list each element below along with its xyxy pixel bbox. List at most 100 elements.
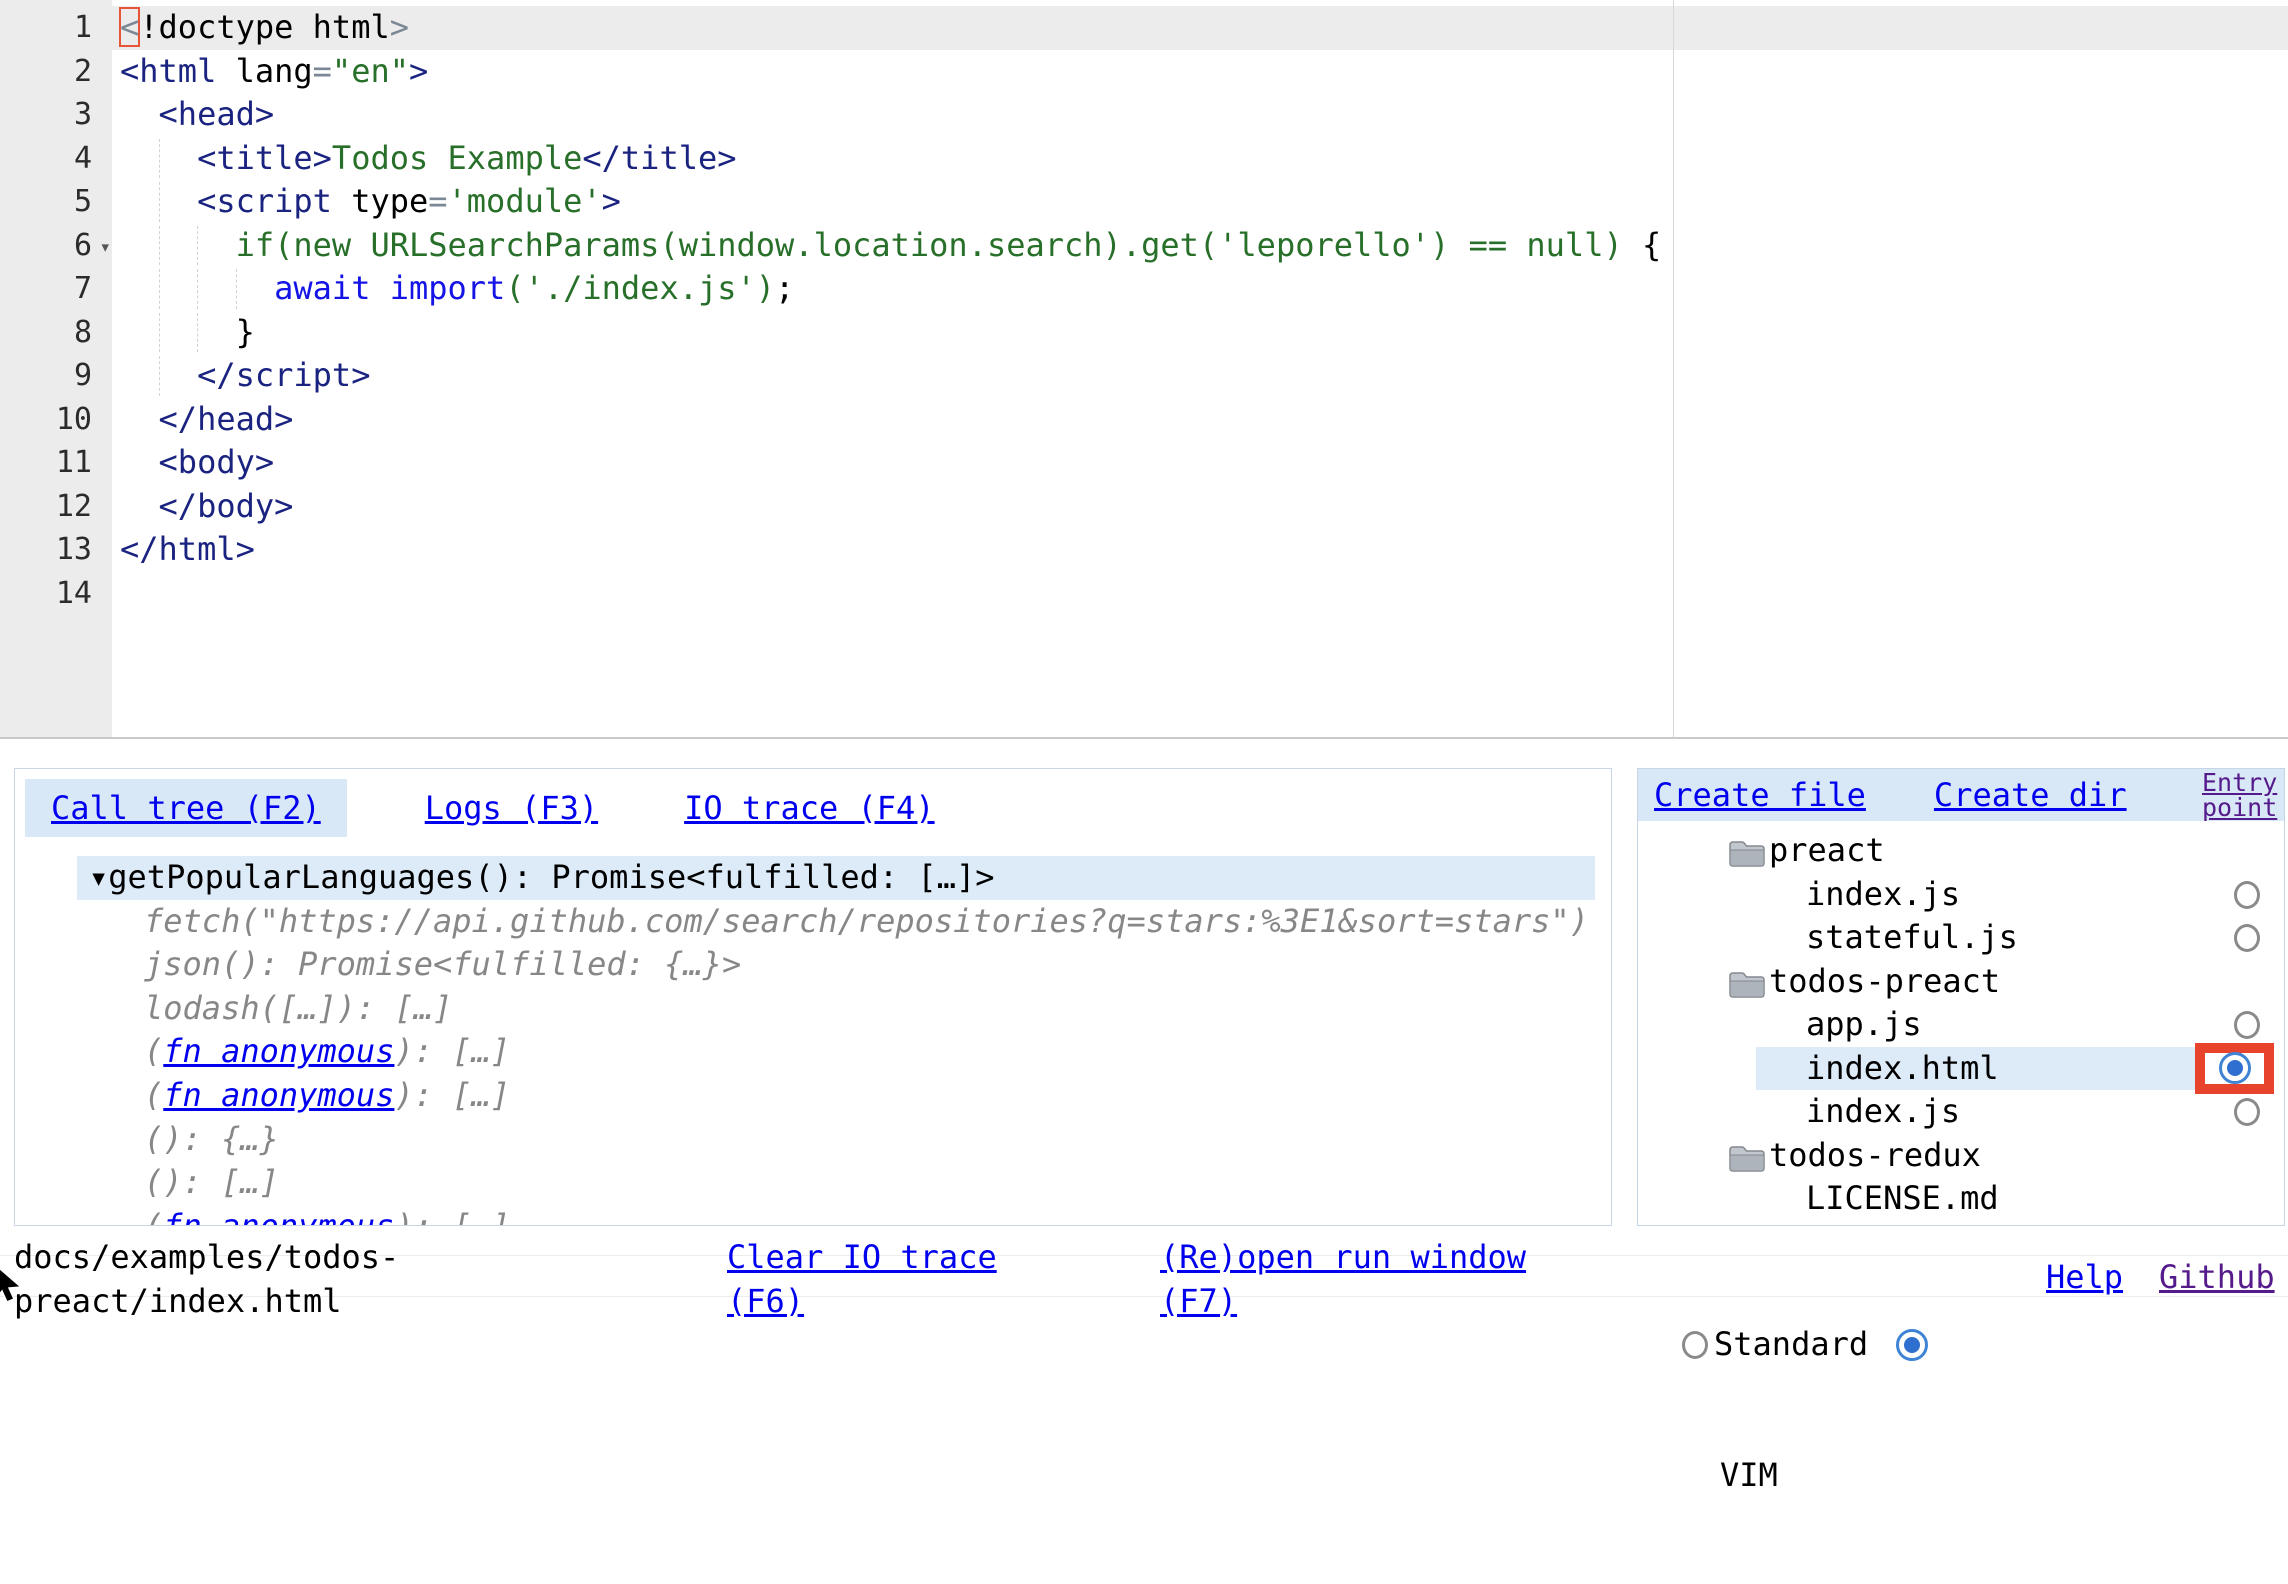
expand-arrow-icon[interactable]: ▾ <box>89 858 108 896</box>
code-line[interactable]: 14 <box>0 572 2288 616</box>
indent-guide <box>159 269 160 309</box>
code-line[interactable]: 13</html> <box>0 528 2288 572</box>
calltree-row[interactable]: lodash([…]): […] <box>77 987 1595 1031</box>
help-link[interactable]: Help <box>2046 1256 2123 1300</box>
code-line[interactable]: 3 <head> <box>0 93 2288 137</box>
code-token: 'module' <box>448 182 602 220</box>
calltree-row[interactable]: (fn anonymous): […] <box>77 1205 1595 1226</box>
code-text[interactable]: </body> <box>112 485 2288 529</box>
file-row[interactable]: stateful.js <box>1638 916 2284 960</box>
line-number: 4 <box>0 137 112 181</box>
file-row[interactable]: index.js <box>1638 1090 2284 1134</box>
create-dir-link[interactable]: Create dir <box>1934 776 2127 814</box>
leporello-ide: { "colors": { "link_blue": "#0000ee", "v… <box>0 0 2288 1302</box>
keybinding-row: Standard <box>1682 1323 1928 1367</box>
code-line[interactable]: 2<html lang="en"> <box>0 50 2288 94</box>
filetree-panel: Create file Create dir Entry point preac… <box>1637 768 2285 1226</box>
code-text[interactable]: <body> <box>112 441 2288 485</box>
code-text[interactable] <box>112 572 2288 616</box>
create-file-link[interactable]: Create file <box>1654 776 1866 814</box>
matching-bracket: < <box>120 8 139 46</box>
entry-point-radio[interactable] <box>2234 1011 2260 1039</box>
code-line[interactable]: 1<!doctype html> <box>0 6 2288 50</box>
calltree-row[interactable]: ▾getPopularLanguages(): Promise<fulfille… <box>77 856 1595 900</box>
entry-point-link[interactable]: Entry point <box>2202 770 2278 820</box>
calltree-tabbar: Call tree (F2) Logs (F3) IO trace (F4) <box>25 779 995 837</box>
file-row[interactable]: index.html <box>1638 1047 2284 1091</box>
tab-call-tree-f2[interactable]: Call tree (F2) <box>25 779 347 837</box>
code-token: > <box>602 182 621 220</box>
editor-ruler <box>1673 0 1674 737</box>
fold-arrow-icon[interactable]: ▾ <box>100 226 111 270</box>
entry-point-radio[interactable] <box>2234 924 2260 952</box>
entry-point-radio[interactable] <box>2234 1098 2260 1126</box>
calltree-row[interactable]: (fn anonymous): […] <box>77 1074 1595 1118</box>
filetree-rows: preactindex.jsstateful.jstodos-preactapp… <box>1638 829 2284 1221</box>
code-line[interactable]: 11 <body> <box>0 441 2288 485</box>
code-text[interactable]: await import('./index.js'); <box>112 267 2288 311</box>
line-number: 8 <box>0 311 112 355</box>
code-text[interactable]: </head> <box>112 398 2288 442</box>
code-token: ; <box>775 269 794 307</box>
tab-logs-f3[interactable]: Logs (F3) <box>399 779 624 837</box>
fn-anonymous-link[interactable]: fn anonymous <box>163 1076 394 1114</box>
code-text[interactable]: <!doctype html> <box>112 6 2288 50</box>
entry-point-radio[interactable] <box>2234 881 2260 909</box>
code-text[interactable]: <head> <box>112 93 2288 137</box>
dir-row[interactable]: todos-redux <box>1638 1134 2284 1178</box>
line-number: 11 <box>0 441 112 485</box>
code-text[interactable]: </script> <box>112 354 2288 398</box>
code-token: > <box>409 52 428 90</box>
code-line[interactable]: 4 <title>Todos Example</title> <box>0 137 2288 181</box>
calltree-row[interactable]: (fn anonymous): […] <box>77 1030 1595 1074</box>
clear-io-trace-link[interactable]: Clear IO trace (F6) <box>727 1236 997 1323</box>
code-line[interactable]: 6▾ if(new URLSearchParams(window.locatio… <box>0 224 2288 268</box>
code-text[interactable]: <script type='module'> <box>112 180 2288 224</box>
code-line[interactable]: 7 await import('./index.js'); <box>0 267 2288 311</box>
entry-point-radio-selected[interactable] <box>2219 1052 2251 1084</box>
code-line[interactable]: 8 } <box>0 311 2288 355</box>
dir-name: todos-preact <box>1769 960 2000 1004</box>
code-line[interactable]: 12 </body> <box>0 485 2288 529</box>
tab-io-trace-f4[interactable]: IO trace (F4) <box>658 779 960 837</box>
keybinding-radio-standard[interactable] <box>1682 1331 1708 1359</box>
fn-anonymous-link[interactable]: fn anonymous <box>163 1207 394 1226</box>
reopen-run-window-link[interactable]: (Re)open run window (F7) <box>1160 1236 1526 1323</box>
code-line[interactable]: 5 <script type='module'> <box>0 180 2288 224</box>
file-name: index.html <box>1806 1047 1999 1091</box>
filetree-header: Create file Create dir Entry point <box>1638 769 2284 821</box>
code-editor[interactable]: 1<!doctype html>2<html lang="en">3 <head… <box>0 0 2288 739</box>
file-row[interactable]: index.js <box>1638 873 2284 917</box>
calltree-row[interactable]: (): {…} <box>77 1118 1595 1162</box>
code-token: await import <box>274 269 505 307</box>
calltree-row[interactable]: json(): Promise<fulfilled: {…}> <box>77 943 1595 987</box>
code-line[interactable]: 9 </script> <box>0 354 2288 398</box>
code-token: </html> <box>120 530 255 568</box>
code-token: !doctype html <box>139 8 389 46</box>
github-link[interactable]: Github <box>2159 1256 2275 1300</box>
code-text[interactable]: <title>Todos Example</title> <box>112 137 2288 181</box>
code-token <box>216 52 235 90</box>
file-row[interactable]: LICENSE.md <box>1638 1177 2284 1221</box>
line-number: 9 <box>0 354 112 398</box>
code-line[interactable]: 10 </head> <box>0 398 2288 442</box>
calltree-row[interactable]: fetch("https://api.github.com/search/rep… <box>77 900 1595 944</box>
calltree-row-text: fetch("https://api.github.com/search/rep… <box>144 902 1589 940</box>
file-name: index.js <box>1806 873 1960 917</box>
file-name: index.js <box>1806 1090 1960 1134</box>
fn-anonymous-link[interactable]: fn anonymous <box>163 1032 394 1070</box>
code-token <box>332 182 351 220</box>
code-text[interactable]: if(new URLSearchParams(window.location.s… <box>112 224 2288 268</box>
code-text[interactable]: </html> <box>112 528 2288 572</box>
dir-row[interactable]: todos-preact <box>1638 960 2284 1004</box>
file-row[interactable]: app.js <box>1638 1003 2284 1047</box>
keybinding-radio-vim[interactable] <box>1896 1329 1928 1361</box>
editor-lines[interactable]: 1<!doctype html>2<html lang="en">3 <head… <box>0 6 2288 615</box>
dir-row[interactable]: preact <box>1638 829 2284 873</box>
line-number: 13 <box>0 528 112 572</box>
code-text[interactable]: <html lang="en"> <box>112 50 2288 94</box>
code-text[interactable]: } <box>112 311 2288 355</box>
calltree-rows: ▾getPopularLanguages(): Promise<fulfille… <box>15 856 1611 1226</box>
mouse-cursor-icon <box>0 1268 27 1304</box>
calltree-row[interactable]: (): […] <box>77 1161 1595 1205</box>
